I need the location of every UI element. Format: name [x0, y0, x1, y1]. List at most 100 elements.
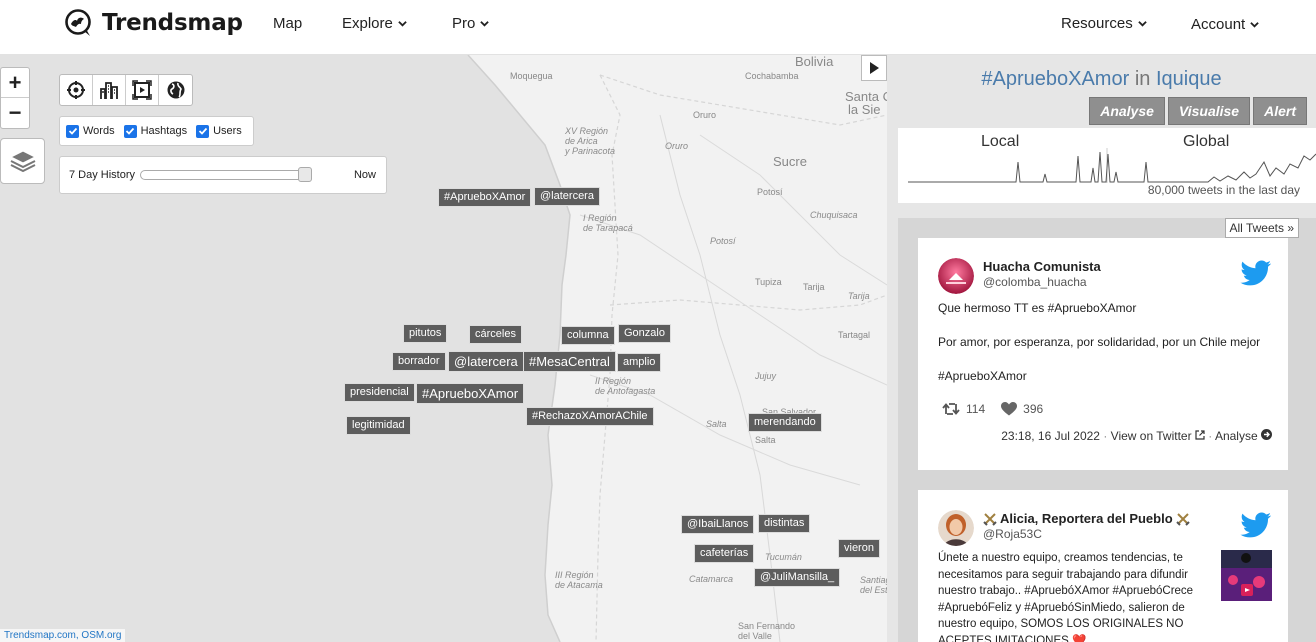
visualise-button[interactable]: Visualise — [1167, 97, 1251, 125]
trend-label[interactable]: #MesaCentral — [523, 351, 616, 372]
trend-label[interactable]: legitimidad — [346, 416, 411, 435]
zoom-in-button[interactable]: + — [1, 68, 29, 98]
tweet-author[interactable]: Alicia, Reportera del Pueblo — [983, 511, 1190, 526]
nav-explore[interactable]: Explore — [342, 15, 407, 32]
global-view-button[interactable] — [159, 75, 192, 105]
trend-label[interactable]: cárceles — [469, 325, 522, 344]
trend-label[interactable]: #AprueboXAmor — [416, 383, 525, 404]
alert-button[interactable]: Alert — [1253, 97, 1307, 125]
tweet-author-handle[interactable]: @Roja53C — [983, 527, 1042, 541]
tweet-line: #AprueboXAmor — [938, 369, 1027, 383]
twitter-bird-icon[interactable] — [1240, 512, 1272, 540]
checkmark-icon — [125, 127, 135, 135]
tweet-author-name[interactable]: Huacha Comunista — [983, 259, 1101, 274]
words-checkbox[interactable] — [66, 124, 79, 138]
trend-label[interactable]: @latercera — [448, 351, 524, 372]
place-label: la Sie — [848, 102, 881, 117]
trendsmap-logo-icon — [65, 9, 91, 36]
city-buildings-icon — [100, 82, 118, 99]
trend-map[interactable]: Bolivia Moquegua Cochabamba Santa Cla Sie XV… — [0, 55, 887, 642]
nav-pro-label: Pro — [452, 15, 476, 32]
trend-label[interactable]: amplio — [617, 353, 662, 372]
users-label: Users — [213, 125, 242, 137]
place-label: Cochabamba — [745, 71, 799, 81]
tweet-media-thumbnail[interactable] — [1221, 550, 1272, 601]
twitter-bird-icon[interactable] — [1240, 260, 1272, 288]
analyse-tweet-link[interactable]: Analyse — [1215, 429, 1272, 443]
place-label: Potosí — [710, 236, 736, 246]
trend-label[interactable]: distintas — [758, 514, 811, 533]
meta-separator: · — [1103, 429, 1111, 443]
fullscreen-button[interactable] — [126, 75, 159, 105]
trend-label[interactable]: presidencial — [344, 383, 415, 402]
analyse-button[interactable]: Analyse — [1089, 97, 1165, 125]
trend-label[interactable]: merendando — [748, 413, 822, 432]
avatar[interactable] — [938, 510, 974, 546]
layers-button[interactable] — [0, 138, 45, 184]
view-on-twitter-label: View on Twitter — [1110, 429, 1192, 443]
place-label: Oruro — [665, 141, 689, 151]
chevron-down-icon — [1250, 22, 1259, 28]
chevron-down-icon — [398, 21, 407, 27]
selected-hashtag[interactable]: #AprueboXAmor — [981, 68, 1129, 90]
hashtags-checkbox[interactable] — [123, 124, 137, 138]
like-count[interactable]: 396 — [1001, 402, 1043, 416]
place-label: Catamarca — [689, 574, 734, 584]
trend-sidebar: #AprueboXAmor in Iquique Analyse Visuali… — [887, 55, 1316, 642]
tweet-card: Huacha Comunista @colomba_huacha Que her… — [918, 238, 1288, 470]
trend-label[interactable]: @JuliMansilla_ — [754, 568, 841, 587]
analyse-tweet-label: Analyse — [1214, 429, 1258, 443]
history-slider-track[interactable] — [140, 170, 312, 180]
zoom-control: + − — [0, 67, 30, 129]
view-on-twitter-link[interactable]: View on Twitter — [1111, 429, 1205, 443]
hashtags-label: Hashtags — [140, 125, 188, 137]
trend-label[interactable]: cafeterías — [694, 544, 755, 563]
place-label: Oruro — [693, 110, 717, 120]
trend-label[interactable]: vieron — [838, 539, 880, 558]
avatar[interactable] — [938, 258, 974, 294]
trend-label[interactable]: borrador — [392, 352, 446, 371]
place-label: Tucumán — [765, 552, 802, 562]
city-button[interactable] — [93, 75, 126, 105]
tweet-author-name: Alicia, Reportera del Pueblo — [1000, 511, 1173, 526]
map-attribution[interactable]: Trendsmap.com, OSM.org — [0, 629, 126, 642]
trend-label[interactable]: #RechazoXAmorAChile — [526, 407, 654, 426]
crosshair-icon — [67, 81, 85, 99]
trend-label[interactable]: @IbaiLlanos — [681, 515, 755, 534]
collapse-sidebar-button[interactable] — [861, 55, 887, 81]
top-nav: Trendsmap Map Explore Pro Resources Acco… — [0, 0, 1316, 55]
users-checkbox[interactable] — [196, 124, 210, 138]
retweet-count[interactable]: 114 — [942, 402, 985, 416]
trend-label[interactable]: columna — [561, 326, 615, 345]
all-tweets-button[interactable]: All Tweets » — [1224, 218, 1299, 238]
title-in-word: in — [1134, 68, 1151, 90]
place-label: Moquegua — [510, 71, 553, 81]
nav-resources[interactable]: Resources — [1061, 15, 1147, 32]
nav-account[interactable]: Account — [1191, 16, 1259, 33]
tweet-text: Únete a nuestro equipo, creamos tendenci… — [938, 550, 1193, 642]
locate-button[interactable] — [60, 75, 93, 105]
tweet-line: Que hermoso TT es #AprueboXAmor — [938, 301, 1137, 315]
place-label: Chuquisaca — [810, 210, 858, 220]
tweet-line: Únete a nuestro equipo, creamos tendenci… — [938, 552, 1183, 564]
tweet-card: Alicia, Reportera del Pueblo @Roja53C Ún… — [918, 490, 1288, 642]
media-image — [1221, 550, 1272, 601]
nav-map[interactable]: Map — [273, 15, 302, 32]
retweet-number: 114 — [966, 402, 986, 416]
selected-location[interactable]: Iquique — [1156, 68, 1222, 90]
like-number: 396 — [1023, 402, 1044, 416]
trend-label[interactable]: #AprueboXAmor — [438, 188, 532, 207]
history-slider-handle[interactable] — [298, 167, 312, 182]
trend-label[interactable]: Gonzalo — [618, 324, 671, 343]
nav-pro[interactable]: Pro — [452, 15, 490, 32]
tweet-feed: All Tweets » Huacha Comunista @colomba_h… — [898, 218, 1316, 642]
zoom-out-button[interactable]: − — [1, 98, 29, 128]
brand-logo[interactable]: Trendsmap — [64, 8, 243, 38]
tweet-author-handle[interactable]: @colomba_huacha — [983, 275, 1087, 289]
trend-label[interactable]: pitutos — [403, 324, 448, 343]
place-label: Santa C — [845, 89, 887, 104]
trend-label[interactable]: @latercera — [534, 187, 600, 206]
avatar-image — [938, 510, 974, 546]
sidebar-title: #AprueboXAmor in Iquique — [887, 68, 1316, 91]
place-label: Salta — [706, 419, 727, 429]
